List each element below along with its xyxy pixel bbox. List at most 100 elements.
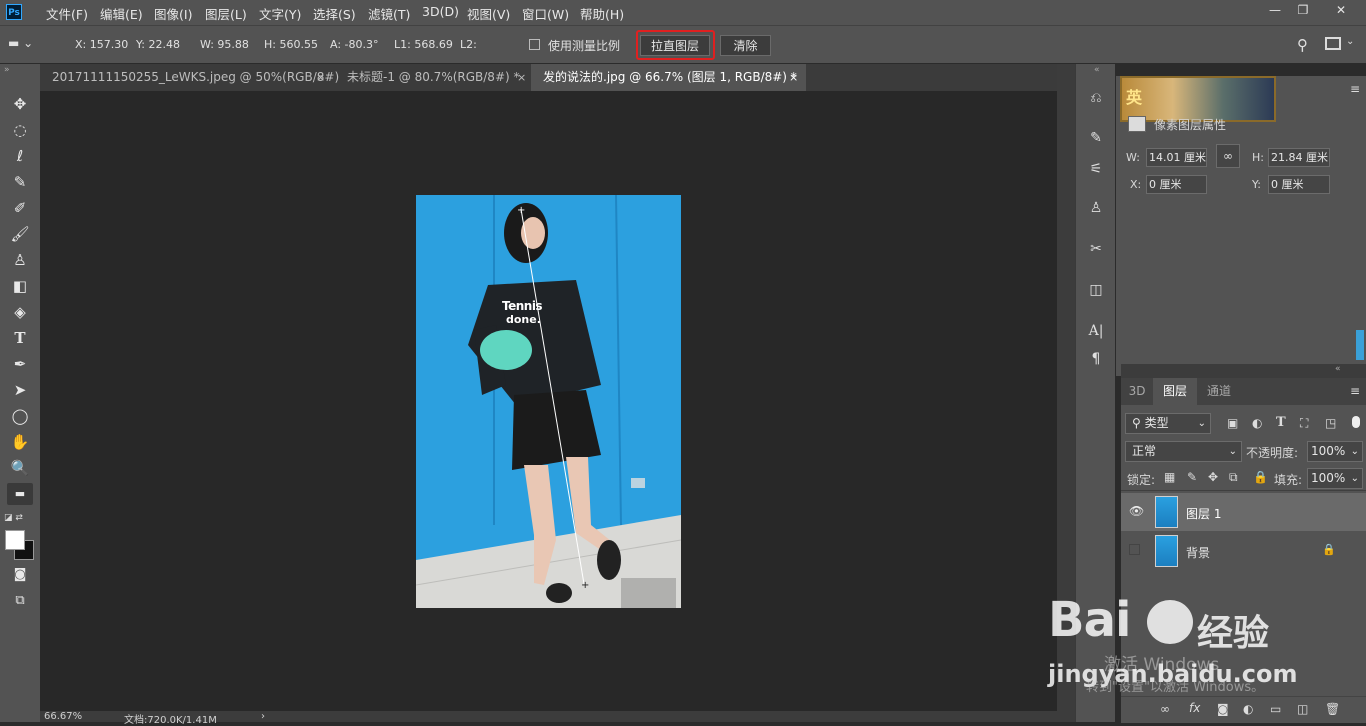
tab-channels[interactable]: 通道 [1197, 378, 1241, 405]
lock-pixels-icon[interactable]: ✎ [1187, 470, 1197, 484]
close-window-button[interactable]: ✕ [1326, 0, 1356, 20]
fill-field[interactable]: 100% ⌄ [1307, 468, 1363, 489]
layer-row[interactable]: 👁 图层 1 [1121, 493, 1366, 531]
eyedropper-tool-icon[interactable]: ✐ [7, 197, 33, 219]
minimize-button[interactable]: — [1260, 0, 1290, 20]
eye-icon[interactable]: 👁 [1129, 504, 1144, 518]
height-field[interactable]: 21.84 厘米 [1268, 148, 1330, 167]
menu-help[interactable]: 帮助(H) [580, 4, 624, 23]
brush-presets-icon[interactable]: ✎ [1082, 127, 1110, 149]
tab-layers[interactable]: 图层 [1153, 378, 1197, 405]
brush-tool-icon[interactable]: 🖌 [7, 223, 33, 245]
adjustment-filter-icon[interactable]: ◐ [1252, 416, 1262, 430]
ellipse-tool-icon[interactable]: ◯ [7, 405, 33, 427]
hand-tool-icon[interactable]: ✋ [7, 431, 33, 453]
quick-mask-icon[interactable]: ◙ [7, 564, 33, 586]
tab-close-icon[interactable]: × [517, 64, 526, 91]
tab-document-1[interactable]: 20171111150255_LeWKS.jpeg @ 50%(RGB/8#) … [40, 64, 339, 91]
measure-h: H: 560.55 [264, 38, 318, 51]
visibility-toggle[interactable] [1129, 544, 1140, 555]
add-mask-icon[interactable]: ◙ [1217, 702, 1229, 716]
adjustments-icon[interactable]: ⚟ [1082, 158, 1110, 180]
width-field[interactable]: 14.01 厘米 [1146, 148, 1207, 167]
menu-file[interactable]: 文件(F) [46, 4, 88, 23]
menu-edit[interactable]: 编辑(E) [100, 4, 143, 23]
use-scale-checkbox[interactable] [529, 39, 540, 50]
smart-object-filter-icon[interactable]: ◳ [1325, 416, 1336, 430]
menu-filter[interactable]: 滤镜(T) [368, 4, 410, 23]
type-filter-icon[interactable]: T [1276, 415, 1286, 430]
quick-select-tool-icon[interactable]: ✎ [7, 171, 33, 193]
adjustment-layer-icon[interactable]: ◐ [1243, 702, 1253, 716]
menu-image[interactable]: 图像(I) [154, 4, 192, 23]
panel-menu-icon[interactable]: ≡ [1350, 82, 1360, 96]
link-icon[interactable]: ∞ [1216, 144, 1240, 168]
menu-layer[interactable]: 图层(L) [205, 4, 247, 23]
menu-window[interactable]: 窗口(W) [522, 4, 569, 23]
stamp-tool-icon[interactable]: ♙ [7, 249, 33, 271]
screen-mode-icon[interactable]: ⧉ [7, 590, 33, 612]
marquee-tool-icon[interactable]: ◌ [7, 119, 33, 141]
menu-3d[interactable]: 3D(D) [422, 4, 459, 19]
clear-button[interactable]: 清除 [720, 35, 771, 56]
layer-filter-dropdown[interactable]: ⚲ 类型 ⌄ [1125, 413, 1211, 434]
tab-close-icon[interactable]: × [316, 64, 325, 91]
status-menu-arrow[interactable]: › [261, 711, 265, 722]
ruler-tool-preset-icon[interactable]: ▬ ⌄ [8, 36, 44, 54]
x-field[interactable]: 0 厘米 [1146, 175, 1207, 194]
default-colors-icon[interactable]: ◪ ⇄ [4, 513, 23, 523]
panel-menu-icon[interactable]: ≡ [1350, 384, 1360, 398]
layer-name[interactable]: 背景 [1186, 544, 1210, 561]
group-icon[interactable]: ▭ [1270, 702, 1281, 716]
lock-transparent-icon[interactable]: ▦ [1164, 470, 1175, 484]
image-filter-icon[interactable]: ▣ [1227, 416, 1238, 430]
lock-all-icon[interactable]: 🔒 [1253, 470, 1268, 484]
eraser-tool-icon[interactable]: ◧ [7, 275, 33, 297]
workspace-icon[interactable] [1325, 37, 1341, 50]
zoom-tool-icon[interactable]: 🔍 [7, 457, 33, 479]
y-field[interactable]: 0 厘米 [1268, 175, 1330, 194]
pen-tool-icon[interactable]: ✒ [7, 353, 33, 375]
history-icon[interactable]: ⎌ [1082, 87, 1110, 109]
restore-button[interactable]: ❐ [1288, 0, 1318, 20]
blend-mode-dropdown[interactable]: 正常 ⌄ [1125, 441, 1242, 462]
collapse-icon[interactable]: « [1094, 65, 1100, 75]
tab-3d[interactable]: 3D [1121, 378, 1153, 405]
layer-name[interactable]: 图层 1 [1186, 505, 1221, 522]
search-icon[interactable]: ⚲ [1297, 36, 1308, 54]
fx-icon[interactable]: fx [1189, 701, 1200, 715]
scroll-indicator[interactable] [1356, 330, 1364, 360]
move-tool-icon[interactable]: ✥ [7, 93, 33, 115]
character-icon[interactable]: A| [1082, 320, 1110, 342]
trash-icon[interactable]: 🗑 [1325, 702, 1340, 716]
lock-artboard-icon[interactable]: ⧉ [1229, 470, 1238, 485]
tool-presets-icon[interactable]: ✂ [1082, 238, 1110, 260]
collapse-icon[interactable]: « [1335, 364, 1341, 374]
clone-source-icon[interactable]: ♙ [1082, 197, 1110, 219]
zoom-level[interactable]: 66.67% [44, 711, 82, 722]
menu-select[interactable]: 选择(S) [313, 4, 356, 23]
type-tool-icon[interactable]: T [7, 327, 33, 349]
tab-document-3[interactable]: 发的说法的.jpg @ 66.7% (图层 1, RGB/8#) * × [531, 64, 806, 91]
collapse-icon[interactable]: » [4, 65, 10, 75]
opacity-field[interactable]: 100% ⌄ [1307, 441, 1363, 462]
link-layers-icon[interactable]: ∞ [1160, 702, 1170, 716]
properties-icon[interactable]: ◫ [1082, 279, 1110, 301]
tab-document-2[interactable]: 未标题-1 @ 80.7%(RGB/8#) * × [335, 64, 531, 91]
tab-close-icon[interactable]: × [789, 64, 798, 91]
document-image[interactable]: + + Tennis done. [416, 195, 681, 608]
filter-toggle[interactable] [1352, 416, 1360, 428]
lasso-tool-icon[interactable]: ℓ [7, 145, 33, 167]
lock-position-icon[interactable]: ✥ [1208, 470, 1218, 484]
layer-row[interactable]: 背景 🔒 [1121, 532, 1366, 570]
new-layer-icon[interactable]: ◫ [1297, 702, 1308, 716]
chevron-down-icon[interactable]: ⌄ [1346, 36, 1354, 47]
foreground-color-swatch[interactable] [5, 530, 25, 550]
ruler-tool-icon[interactable]: ▬ [7, 483, 33, 505]
menu-type[interactable]: 文字(Y) [259, 4, 301, 23]
menu-view[interactable]: 视图(V) [467, 4, 510, 23]
path-select-tool-icon[interactable]: ➤ [7, 379, 33, 401]
shape-filter-icon[interactable]: ⛶ [1300, 416, 1308, 431]
paint-bucket-tool-icon[interactable]: ◈ [7, 301, 33, 323]
paragraph-icon[interactable]: ¶ [1082, 348, 1110, 370]
